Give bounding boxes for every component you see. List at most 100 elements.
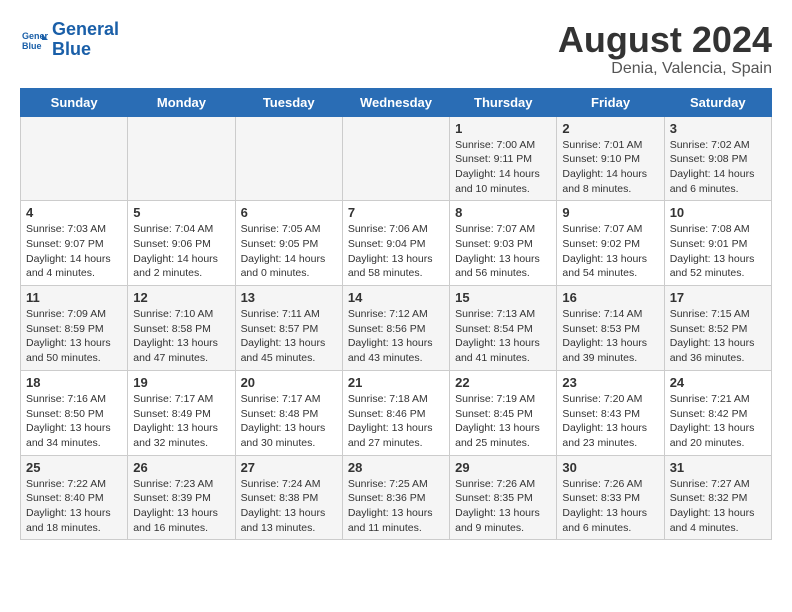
day-cell: 10Sunrise: 7:08 AM Sunset: 9:01 PM Dayli…: [664, 201, 771, 286]
day-info: Sunrise: 7:07 AM Sunset: 9:02 PM Dayligh…: [562, 222, 658, 281]
day-number: 16: [562, 290, 658, 305]
day-number: 24: [670, 375, 766, 390]
logo-line2: Blue: [52, 39, 91, 59]
day-number: 19: [133, 375, 229, 390]
day-cell: 22 Sunrise: 7:19 AM Sunset: 8:45 PM Dayli…: [450, 370, 557, 455]
day-info: Sunrise: 7:16 AM Sunset: 8:50 PM Dayligh…: [26, 392, 122, 451]
calendar-title: August 2024: [558, 20, 772, 60]
day-info: Sunrise: 7:14 AM Sunset: 8:53 PM Dayligh…: [562, 307, 658, 366]
col-saturday: Saturday: [664, 88, 771, 116]
day-number: 1: [455, 121, 551, 136]
day-cell: 13 Sunrise: 7:11 AM Sunset: 8:57 PM Dayli…: [235, 286, 342, 371]
day-cell: 9 Sunrise: 7:07 AM Sunset: 9:02 PM Daylig…: [557, 201, 664, 286]
day-cell: [128, 116, 235, 201]
day-info: Sunrise: 7:02 AM Sunset: 9:08 PM Dayligh…: [670, 138, 766, 197]
logo-text: General Blue: [52, 20, 119, 60]
day-number: 9: [562, 205, 658, 220]
day-cell: 2 Sunrise: 7:01 AM Sunset: 9:10 PM Daylig…: [557, 116, 664, 201]
day-info: Sunrise: 7:01 AM Sunset: 9:10 PM Dayligh…: [562, 138, 658, 197]
week-row-5: 25 Sunrise: 7:22 AM Sunset: 8:40 PM Dayli…: [21, 455, 772, 540]
day-info: Sunrise: 7:24 AM Sunset: 8:38 PM Dayligh…: [241, 477, 337, 536]
day-cell: 6Sunrise: 7:05 AM Sunset: 9:05 PM Daylig…: [235, 201, 342, 286]
day-cell: 21 Sunrise: 7:18 AM Sunset: 8:46 PM Dayli…: [342, 370, 449, 455]
week-row-1: 1 Sunrise: 7:00 AM Sunset: 9:11 PM Daylig…: [21, 116, 772, 201]
day-number: 15: [455, 290, 551, 305]
day-number: 31: [670, 460, 766, 475]
day-cell: 8Sunrise: 7:07 AM Sunset: 9:03 PM Daylig…: [450, 201, 557, 286]
day-cell: 1 Sunrise: 7:00 AM Sunset: 9:11 PM Daylig…: [450, 116, 557, 201]
day-cell: 29Sunrise: 7:26 AM Sunset: 8:35 PM Dayli…: [450, 455, 557, 540]
title-block: August 2024 Denia, Valencia, Spain: [558, 20, 772, 78]
header-row: Sunday Monday Tuesday Wednesday Thursday…: [21, 88, 772, 116]
day-number: 12: [133, 290, 229, 305]
day-number: 20: [241, 375, 337, 390]
col-thursday: Thursday: [450, 88, 557, 116]
day-number: 25: [26, 460, 122, 475]
day-number: 5: [133, 205, 229, 220]
calendar-subtitle: Denia, Valencia, Spain: [558, 60, 772, 78]
col-sunday: Sunday: [21, 88, 128, 116]
day-info: Sunrise: 7:04 AM Sunset: 9:06 PM Dayligh…: [133, 222, 229, 281]
day-number: 23: [562, 375, 658, 390]
day-info: Sunrise: 7:22 AM Sunset: 8:40 PM Dayligh…: [26, 477, 122, 536]
day-info: Sunrise: 7:03 AM Sunset: 9:07 PM Dayligh…: [26, 222, 122, 281]
day-number: 14: [348, 290, 444, 305]
day-cell: 28 Sunrise: 7:25 AM Sunset: 8:36 PM Dayli…: [342, 455, 449, 540]
day-cell: 4Sunrise: 7:03 AM Sunset: 9:07 PM Daylig…: [21, 201, 128, 286]
day-number: 13: [241, 290, 337, 305]
day-number: 21: [348, 375, 444, 390]
day-info: Sunrise: 7:17 AM Sunset: 8:49 PM Dayligh…: [133, 392, 229, 451]
logo-line1: General: [52, 19, 119, 39]
day-info: Sunrise: 7:00 AM Sunset: 9:11 PM Dayligh…: [455, 138, 551, 197]
calendar-table: Sunday Monday Tuesday Wednesday Thursday…: [20, 88, 772, 541]
day-number: 11: [26, 290, 122, 305]
day-cell: 26Sunrise: 7:23 AM Sunset: 8:39 PM Dayli…: [128, 455, 235, 540]
day-cell: 23 Sunrise: 7:20 AM Sunset: 8:43 PM Dayli…: [557, 370, 664, 455]
day-number: 22: [455, 375, 551, 390]
day-info: Sunrise: 7:12 AM Sunset: 8:56 PM Dayligh…: [348, 307, 444, 366]
col-friday: Friday: [557, 88, 664, 116]
day-number: 7: [348, 205, 444, 220]
day-cell: 20 Sunrise: 7:17 AM Sunset: 8:48 PM Dayli…: [235, 370, 342, 455]
day-info: Sunrise: 7:17 AM Sunset: 8:48 PM Dayligh…: [241, 392, 337, 451]
day-number: 2: [562, 121, 658, 136]
week-row-3: 11 Sunrise: 7:09 AM Sunset: 8:59 PM Dayli…: [21, 286, 772, 371]
day-cell: 14 Sunrise: 7:12 AM Sunset: 8:56 PM Dayli…: [342, 286, 449, 371]
day-cell: [342, 116, 449, 201]
day-cell: 12 Sunrise: 7:10 AM Sunset: 8:58 PM Dayli…: [128, 286, 235, 371]
page-header: General Blue General Blue August 2024 De…: [20, 20, 772, 78]
day-number: 17: [670, 290, 766, 305]
day-info: Sunrise: 7:10 AM Sunset: 8:58 PM Dayligh…: [133, 307, 229, 366]
logo-icon: General Blue: [20, 26, 48, 54]
day-number: 18: [26, 375, 122, 390]
day-number: 26: [133, 460, 229, 475]
day-info: Sunrise: 7:13 AM Sunset: 8:54 PM Dayligh…: [455, 307, 551, 366]
day-cell: 18 Sunrise: 7:16 AM Sunset: 8:50 PM Dayli…: [21, 370, 128, 455]
col-monday: Monday: [128, 88, 235, 116]
day-cell: 11 Sunrise: 7:09 AM Sunset: 8:59 PM Dayli…: [21, 286, 128, 371]
calendar-header: Sunday Monday Tuesday Wednesday Thursday…: [21, 88, 772, 116]
day-number: 3: [670, 121, 766, 136]
day-cell: 15 Sunrise: 7:13 AM Sunset: 8:54 PM Dayli…: [450, 286, 557, 371]
day-info: Sunrise: 7:26 AM Sunset: 8:35 PM Dayligh…: [455, 477, 551, 536]
logo: General Blue General Blue: [20, 20, 119, 60]
day-info: Sunrise: 7:19 AM Sunset: 8:45 PM Dayligh…: [455, 392, 551, 451]
day-cell: 30 Sunrise: 7:26 AM Sunset: 8:33 PM Dayli…: [557, 455, 664, 540]
day-cell: 3 Sunrise: 7:02 AM Sunset: 9:08 PM Daylig…: [664, 116, 771, 201]
day-cell: [21, 116, 128, 201]
day-number: 28: [348, 460, 444, 475]
day-info: Sunrise: 7:15 AM Sunset: 8:52 PM Dayligh…: [670, 307, 766, 366]
day-number: 30: [562, 460, 658, 475]
day-info: Sunrise: 7:25 AM Sunset: 8:36 PM Dayligh…: [348, 477, 444, 536]
day-info: Sunrise: 7:05 AM Sunset: 9:05 PM Dayligh…: [241, 222, 337, 281]
day-info: Sunrise: 7:08 AM Sunset: 9:01 PM Dayligh…: [670, 222, 766, 281]
day-info: Sunrise: 7:20 AM Sunset: 8:43 PM Dayligh…: [562, 392, 658, 451]
day-info: Sunrise: 7:07 AM Sunset: 9:03 PM Dayligh…: [455, 222, 551, 281]
day-info: Sunrise: 7:11 AM Sunset: 8:57 PM Dayligh…: [241, 307, 337, 366]
day-info: Sunrise: 7:09 AM Sunset: 8:59 PM Dayligh…: [26, 307, 122, 366]
week-row-4: 18 Sunrise: 7:16 AM Sunset: 8:50 PM Dayli…: [21, 370, 772, 455]
day-info: Sunrise: 7:26 AM Sunset: 8:33 PM Dayligh…: [562, 477, 658, 536]
day-cell: 31Sunrise: 7:27 AM Sunset: 8:32 PM Dayli…: [664, 455, 771, 540]
day-info: Sunrise: 7:18 AM Sunset: 8:46 PM Dayligh…: [348, 392, 444, 451]
day-cell: 5 Sunrise: 7:04 AM Sunset: 9:06 PM Daylig…: [128, 201, 235, 286]
